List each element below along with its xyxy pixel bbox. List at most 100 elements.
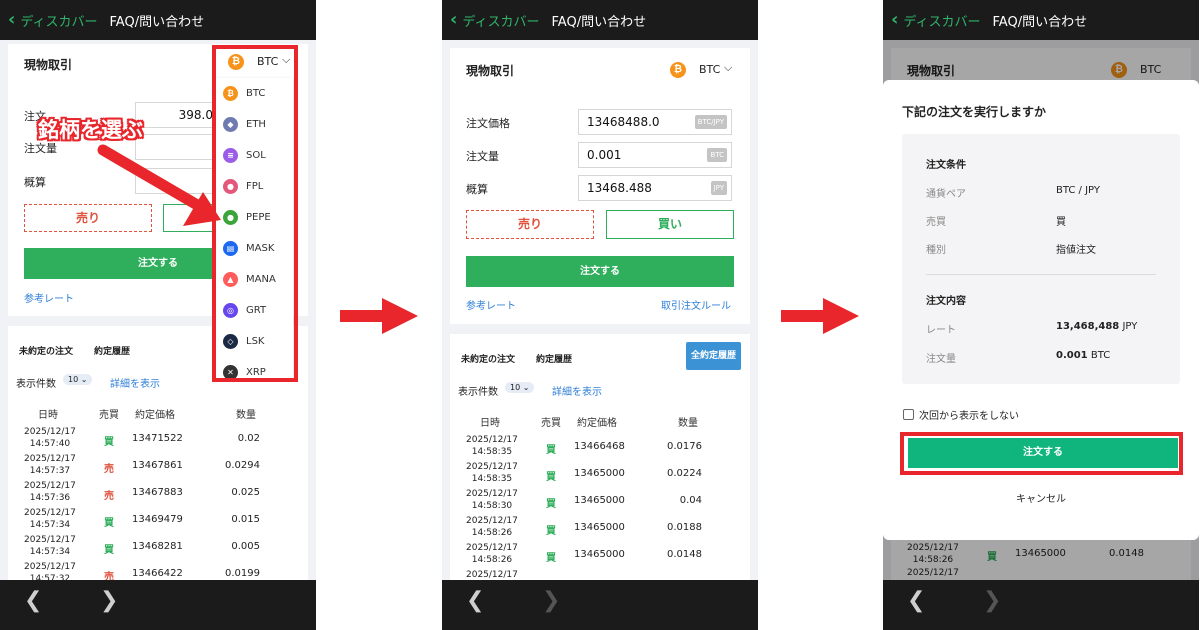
nav-back-icon[interactable]: ❮ — [24, 590, 42, 612]
back-link[interactable]: ディスカバー — [20, 11, 97, 30]
table-row: 2025/12/17 14:57:40 買 13471522 0.02 — [8, 426, 308, 453]
table-row: 2025/12/17 14:58:26 買 13465000 0.0148 — [450, 542, 750, 569]
tab-open-orders[interactable]: 未約定の注文 — [19, 344, 73, 357]
tab-trade-history[interactable]: 約定履歴 — [536, 352, 572, 365]
page-title: FAQ/問い合わせ — [992, 14, 1088, 30]
row-datetime: 2025/12/17 14:58:35 — [466, 462, 518, 484]
tab-open-orders[interactable]: 未約定の注文 — [461, 352, 515, 365]
back-link[interactable]: ディスカバー — [903, 11, 980, 30]
table-header: 数量 — [678, 418, 698, 429]
callout-text: 銘柄を選ぶ — [38, 118, 143, 142]
qty-input[interactable]: 0.001 BTC — [578, 142, 732, 168]
back-chevron-icon[interactable]: ‹ — [891, 11, 898, 29]
tab-trade-history[interactable]: 約定履歴 — [94, 344, 130, 357]
row-qty: 0.015 — [231, 514, 260, 525]
table-header: 約定価格 — [135, 410, 175, 421]
top-bar: ‹ ディスカバー FAQ/問い合わせ — [0, 0, 316, 40]
table-row: 2025/12/17 14:57:37 売 13467861 0.0294 — [8, 453, 308, 480]
rate-key: レート — [926, 325, 956, 336]
order-rules-link[interactable]: 取引注文ルール — [661, 297, 731, 312]
top-bar: ‹ ディスカバー FAQ/問い合わせ — [442, 0, 758, 40]
history-card: 未約定の注文 約定履歴 全約定履歴 表示件数 10 ⌄ 詳細を表示 日時 売買 約定… — [450, 334, 750, 580]
row-price: 13465000 — [574, 522, 625, 533]
cancel-button[interactable]: キャンセル — [1016, 490, 1066, 505]
confirm-modal: 下記の注文を実行しますか 注文条件 通貨ペア BTC / JPY 売買 買 種別… — [883, 80, 1199, 540]
nav-back-icon[interactable]: ❮ — [907, 590, 925, 612]
row-price: 13471522 — [132, 433, 183, 444]
row-side: 売 — [104, 464, 114, 475]
dropdown-item-mana[interactable]: ▲ MANA — [215, 264, 293, 295]
back-chevron-icon[interactable]: ‹ — [450, 11, 457, 29]
tutorial-canvas: ‹ ディスカバー FAQ/問い合わせ 現物取引 ₿ BTC ⌵ 注文 398.0… — [0, 0, 1200, 630]
per-page-select[interactable]: 10 ⌄ — [505, 382, 535, 393]
order-button[interactable]: 注文する — [466, 256, 734, 287]
order-summary: 注文条件 通貨ペア BTC / JPY 売買 買 種別 指値注文 注文内容 レー… — [902, 134, 1180, 384]
all-history-button[interactable]: 全約定履歴 — [686, 342, 741, 370]
btc-coin-icon: ₿ — [670, 62, 686, 78]
price-input[interactable]: 13468488.0 BTC/JPY — [578, 109, 732, 135]
step-arrow-icon — [781, 298, 859, 334]
row-qty: 0.0199 — [225, 568, 260, 579]
table-row: 2025/12/17 14:57:34 買 13469479 0.015 — [8, 507, 308, 534]
row-side: 買 — [546, 445, 556, 456]
row-side: 買 — [104, 437, 114, 448]
section-title: 現物取引 — [24, 58, 73, 72]
show-details-link[interactable]: 詳細を表示 — [552, 383, 602, 398]
row-qty: 0.0148 — [667, 549, 702, 560]
dropdown-item-lsk[interactable]: ◇ LSK — [215, 326, 293, 357]
dropdown-item-grt[interactable]: ◎ GRT — [215, 295, 293, 326]
row-datetime: 2025/12/17 14:58:35 — [466, 435, 518, 457]
buy-button[interactable]: 買い — [606, 210, 734, 239]
confirm-order-button[interactable]: 注文する — [908, 438, 1178, 468]
per-page-label: 表示件数 — [458, 387, 498, 398]
table-row: 2025/12/17 14:57:36 売 13467883 0.025 — [8, 480, 308, 507]
eth-coin-icon: ◆ — [223, 117, 238, 132]
row-datetime: 2025/12/17 14:57:37 — [24, 454, 76, 476]
pair-value: BTC / JPY — [1056, 185, 1100, 196]
dropdown-item-label: PEPE — [246, 212, 271, 223]
table-row: 2025/12/17 14:57:34 買 13468281 0.005 — [8, 534, 308, 561]
per-page-select[interactable]: 10 ⌄ — [63, 374, 93, 385]
ref-rate-link[interactable]: 参考レート — [24, 290, 74, 305]
qty-label: 注文量 — [466, 150, 499, 163]
content-header: 注文内容 — [926, 296, 966, 307]
dropdown-item-btc[interactable]: ₿ BTC — [215, 78, 293, 109]
row-qty: 0.005 — [231, 541, 260, 552]
dropdown-item-xrp[interactable]: ✕ XRP — [215, 357, 293, 378]
top-bar: ‹ ディスカバー FAQ/問い合わせ — [883, 0, 1199, 40]
dropdown-item-mask[interactable]: ▤ MASK — [215, 233, 293, 264]
table-header: 数量 — [236, 410, 256, 421]
conditions-header: 注文条件 — [926, 160, 966, 171]
mask-coin-icon: ▤ — [223, 241, 238, 256]
back-chevron-icon[interactable]: ‹ — [8, 11, 15, 29]
row-qty: 0.025 — [231, 487, 260, 498]
ref-rate-link[interactable]: 参考レート — [466, 297, 516, 312]
pair-selector[interactable]: BTC — [699, 63, 720, 76]
nav-forward-icon[interactable]: ❯ — [100, 590, 118, 612]
type-key: 種別 — [926, 245, 946, 256]
row-side: 買 — [546, 499, 556, 510]
per-page-label: 表示件数 — [16, 379, 56, 390]
qty-key: 注文量 — [926, 354, 956, 365]
row-datetime: 2025/12/17 14:57:34 — [24, 535, 76, 557]
modal-title: 下記の注文を実行しますか — [902, 105, 1047, 119]
dropdown-item-label: XRP — [246, 367, 266, 378]
screen-confirm-order: ‹ ディスカバー FAQ/問い合わせ 現物取引 ₿ BTC 2025/12/17… — [883, 0, 1199, 630]
show-details-link[interactable]: 詳細を表示 — [110, 375, 160, 390]
dont-show-checkbox[interactable] — [903, 409, 914, 420]
sell-button[interactable]: 売り — [466, 210, 594, 239]
nav-forward-icon: ❯ — [983, 588, 1002, 613]
dont-show-label[interactable]: 次回から表示をしない — [919, 407, 1019, 422]
approx-label: 概算 — [466, 183, 488, 196]
row-datetime: 2025/12/17 14:57:34 — [24, 508, 76, 530]
pair-selector[interactable]: BTC — [257, 55, 278, 68]
row-datetime: 2025/12/17 14:57:40 — [24, 427, 76, 449]
screen-select-pair: ‹ ディスカバー FAQ/問い合わせ 現物取引 ₿ BTC ⌵ 注文 398.0… — [0, 0, 316, 630]
price-input[interactable]: 398.0 — [135, 102, 220, 128]
dropdown-item-eth[interactable]: ◆ ETH — [215, 109, 293, 140]
nav-back-icon[interactable]: ❮ — [466, 590, 484, 612]
dropdown-item-label: GRT — [246, 305, 267, 316]
row-price: 13465000 — [574, 495, 625, 506]
dropdown-item-label: MANA — [246, 274, 276, 285]
back-link[interactable]: ディスカバー — [462, 11, 539, 30]
